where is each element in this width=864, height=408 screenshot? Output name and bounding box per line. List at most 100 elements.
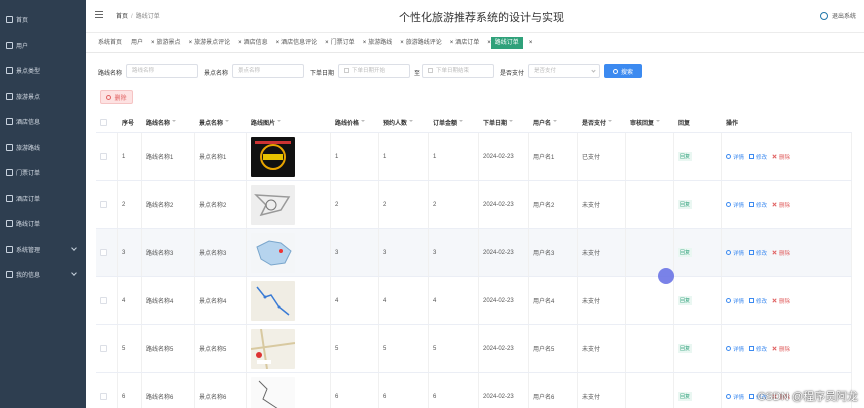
reply-link[interactable]: 回复	[678, 344, 693, 353]
tab-item[interactable]: 旅游路线评论	[404, 37, 444, 49]
tab-item[interactable]: 旅游景点	[155, 37, 183, 49]
sidebar-item[interactable]: 旅游路线	[0, 135, 86, 161]
column-header[interactable]: 审核回复	[626, 118, 674, 127]
date-end-input[interactable]: 下单日期结束	[422, 64, 494, 78]
sort-icon[interactable]	[608, 120, 613, 125]
sidebar-item[interactable]: 酒店订单	[0, 186, 86, 212]
row-checkbox[interactable]	[100, 393, 107, 400]
route-image[interactable]	[251, 280, 295, 321]
tab-item[interactable]: 酒店信息	[242, 37, 270, 49]
edit-button[interactable]: 修改	[749, 297, 767, 305]
reply-link[interactable]: 回复	[678, 296, 693, 305]
sidebar-item[interactable]: 路线订单	[0, 211, 86, 237]
select-all-checkbox[interactable]	[100, 119, 107, 126]
sort-icon[interactable]	[172, 120, 177, 125]
route-image[interactable]	[251, 376, 295, 408]
column-header[interactable]: 预约人数	[379, 118, 429, 127]
column-header[interactable]: 路线价格	[331, 118, 379, 127]
sort-icon[interactable]	[277, 120, 282, 125]
tab-item[interactable]: 旅游景点评论	[192, 37, 232, 49]
delete-button[interactable]: 删除	[772, 153, 790, 161]
sort-icon[interactable]	[225, 120, 230, 125]
table-cell: 2	[379, 181, 429, 228]
sort-icon[interactable]	[361, 120, 366, 125]
view-detail-button[interactable]: 详情	[726, 153, 744, 161]
tab-item[interactable]: 酒店订单	[453, 37, 481, 49]
sort-icon[interactable]	[409, 120, 414, 125]
close-icon[interactable]: ×	[529, 40, 533, 46]
reply-link[interactable]: 回复	[678, 392, 693, 401]
view-detail-button[interactable]: 详情	[726, 345, 744, 353]
column-header[interactable]: 操作	[722, 118, 852, 127]
route-image[interactable]	[251, 328, 295, 369]
view-detail-button[interactable]: 详情	[726, 393, 744, 401]
sidebar-item[interactable]: 景点类型	[0, 58, 86, 84]
reply-link[interactable]: 回复	[678, 200, 693, 209]
row-checkbox[interactable]	[100, 153, 107, 160]
route-image-graphic	[251, 136, 295, 177]
edit-button[interactable]: 修改	[749, 201, 767, 209]
route-image[interactable]	[251, 232, 295, 273]
route-name-input[interactable]: 路线名称	[126, 64, 198, 78]
cell-user: 用户名3	[533, 251, 555, 257]
row-checkbox[interactable]	[100, 249, 107, 256]
delete-button[interactable]: 删除	[772, 297, 790, 305]
row-checkbox[interactable]	[100, 201, 107, 208]
sort-icon[interactable]	[459, 120, 464, 125]
paid-select[interactable]: 是否支付	[528, 64, 600, 78]
date-start-input[interactable]: 下单日期开始	[338, 64, 410, 78]
view-detail-button[interactable]: 详情	[726, 201, 744, 209]
route-image[interactable]	[251, 184, 295, 225]
cell-people: 5	[383, 345, 387, 352]
chevron-down-icon	[71, 244, 77, 251]
delete-button[interactable]: 删除	[772, 201, 790, 209]
column-header[interactable]: 下单日期	[479, 118, 529, 127]
column-header[interactable]: 序号	[118, 118, 142, 127]
column-header[interactable]: 用户名	[529, 118, 578, 127]
sidebar-item[interactable]: 旅游景点	[0, 84, 86, 110]
sidebar-item[interactable]: 我的信息	[0, 262, 86, 288]
column-header[interactable]: 路线图片	[247, 118, 331, 127]
sidebar-item[interactable]: 酒店信息	[0, 109, 86, 135]
edit-button[interactable]: 修改	[749, 345, 767, 353]
row-checkbox[interactable]	[100, 345, 107, 352]
delete-button[interactable]: 删除	[772, 345, 790, 353]
view-detail-button[interactable]: 详情	[726, 297, 744, 305]
breadcrumb: 首页 / 路线订单	[116, 11, 160, 20]
row-checkbox[interactable]	[100, 297, 107, 304]
sidebar-item[interactable]: 用户	[0, 33, 86, 59]
sidebar-item[interactable]: 首页	[0, 7, 86, 33]
column-header[interactable]: 订单金额	[429, 118, 479, 127]
batch-delete-button[interactable]: 删除	[100, 90, 133, 104]
route-image[interactable]	[251, 136, 295, 177]
sort-icon[interactable]	[509, 120, 514, 125]
column-header[interactable]: 是否支付	[578, 118, 626, 127]
sort-icon[interactable]	[656, 120, 661, 125]
row-actions: 详情 修改 删除	[722, 229, 852, 276]
tab-item[interactable]: 酒店信息评论	[279, 37, 319, 49]
cell-date: 2024-02-23	[483, 249, 514, 256]
logout-button[interactable]: 退出系统	[819, 11, 856, 20]
search-button[interactable]: 搜索	[604, 64, 642, 78]
tab-item[interactable]: 路线订单	[490, 36, 523, 49]
tab-item[interactable]: 旅游路线	[366, 37, 394, 49]
column-header[interactable]: 景点名称	[195, 118, 247, 127]
sidebar-item[interactable]: 系统管理	[0, 237, 86, 263]
cell-route: 路线名称6	[146, 395, 174, 401]
tab-item[interactable]: 门票订单	[329, 37, 357, 49]
tab-item[interactable]: 系统首页	[96, 37, 124, 49]
view-detail-button[interactable]: 详情	[726, 249, 744, 257]
column-header[interactable]: 路线名称	[142, 118, 195, 127]
reply-link[interactable]: 回复	[678, 152, 693, 161]
menu-toggle-icon[interactable]	[95, 11, 103, 18]
reply-link[interactable]: 回复	[678, 248, 693, 257]
edit-button[interactable]: 修改	[749, 249, 767, 257]
delete-button[interactable]: 删除	[772, 249, 790, 257]
edit-button[interactable]: 修改	[749, 153, 767, 161]
column-header[interactable]: 回复	[674, 118, 722, 127]
spot-name-input[interactable]: 景点名称	[232, 64, 304, 78]
breadcrumb-home[interactable]: 首页	[116, 14, 128, 20]
sidebar-item[interactable]: 门票订单	[0, 160, 86, 186]
sort-icon[interactable]	[553, 120, 558, 125]
tab-item[interactable]: 用户	[129, 37, 145, 49]
